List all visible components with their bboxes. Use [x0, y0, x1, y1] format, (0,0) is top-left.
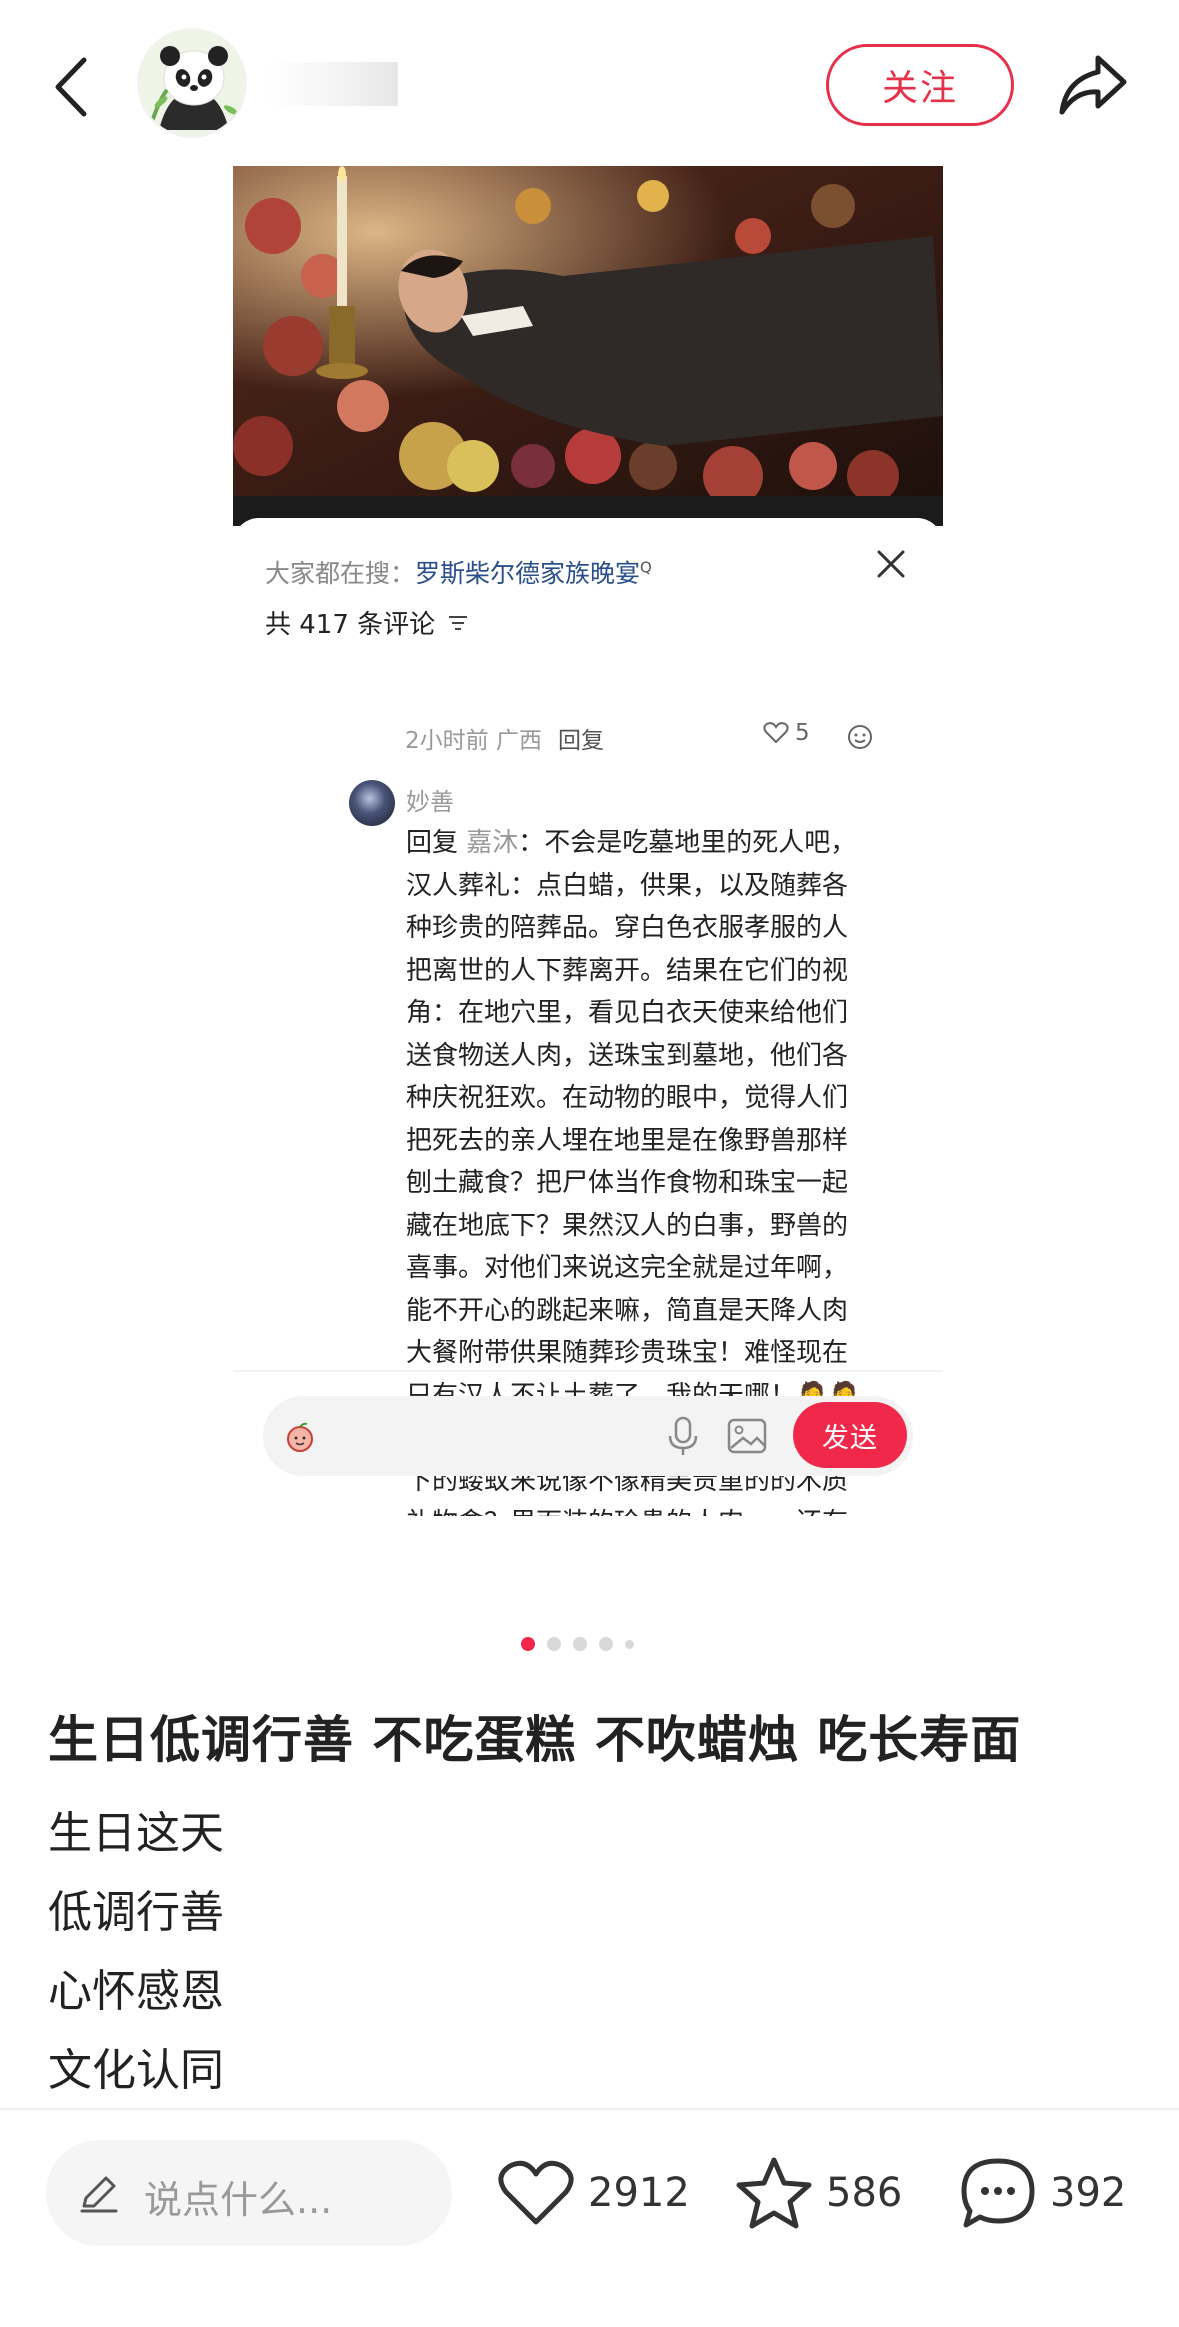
post-line: 生日这天 — [48, 1808, 224, 1859]
pencil-icon — [80, 2176, 118, 2213]
star-icon — [736, 2157, 812, 2229]
favorite-count: 586 — [826, 2170, 903, 2216]
reply-to-user[interactable]: 嘉沐 — [466, 828, 518, 858]
comment-button[interactable]: 392 — [958, 2150, 1126, 2236]
close-icon — [877, 550, 905, 578]
page-dot-3[interactable] — [573, 1637, 587, 1651]
close-sheet-button[interactable] — [873, 546, 909, 582]
comment-input-bar[interactable]: 发送 — [263, 1396, 913, 1476]
commenter-avatar[interactable] — [349, 780, 395, 826]
video-frame-image — [233, 166, 943, 496]
search-sup-icon: Q — [640, 558, 652, 577]
page-dot-1[interactable] — [521, 1637, 535, 1651]
back-button[interactable] — [48, 52, 98, 122]
heart-icon — [498, 2160, 574, 2225]
heart-icon — [763, 722, 789, 744]
comment-placeholder: 说点什么... — [144, 2178, 333, 2222]
like-button[interactable]: 2912 — [496, 2150, 690, 2236]
page-dot-5[interactable] — [625, 1639, 634, 1649]
search-prefix: 大家都在搜： — [265, 559, 416, 588]
trending-search[interactable]: 大家都在搜：罗斯柴尔德家族晚宴Q — [265, 554, 652, 590]
author-avatar[interactable] — [137, 28, 247, 138]
post-title: 生日低调行善 不吃蛋糕 不吹蜡烛 吃长寿面 — [48, 1711, 1022, 1769]
follow-button[interactable]: 关注 — [826, 44, 1014, 126]
panda-avatar-icon — [139, 30, 245, 136]
reply-link[interactable]: 回复 — [558, 721, 604, 755]
post-detail-page: 关注 大家都在搜：罗斯柴尔德家族晚宴Q 共 417 条评论 2小时前 广西 回复… — [0, 0, 1179, 2327]
top-bar: 关注 — [0, 0, 1179, 165]
commenter-name[interactable]: 妙善 — [406, 782, 454, 817]
post-line: 低调行善 — [48, 1887, 224, 1938]
comment-time-location: 2小时前 广西 — [405, 728, 542, 754]
comment-sheet: 大家都在搜：罗斯柴尔德家族晚宴Q 共 417 条评论 2小时前 广西 回复 5 … — [233, 518, 943, 1516]
banquet-scene-image — [233, 166, 943, 496]
comment-like-count: 5 — [795, 720, 810, 746]
favorite-button[interactable]: 586 — [734, 2150, 902, 2236]
image-icon[interactable] — [725, 1416, 769, 1456]
bottom-divider — [0, 2108, 1179, 2110]
peach-sticker-icon[interactable] — [283, 1420, 317, 1454]
chevron-left-icon — [55, 57, 87, 117]
like-count: 2912 — [588, 2170, 690, 2216]
sort-icon[interactable] — [447, 613, 469, 633]
search-term-link[interactable]: 罗斯柴尔德家族晚宴 — [415, 559, 640, 588]
emoji-react-icon[interactable] — [845, 722, 875, 752]
microphone-icon[interactable] — [663, 1414, 703, 1458]
post-line: 心怀感恩 — [48, 1966, 224, 2017]
send-button[interactable]: 发送 — [793, 1402, 907, 1468]
comment-input[interactable]: 说点什么... — [46, 2140, 452, 2246]
comment-count-stat: 392 — [1050, 2170, 1127, 2216]
reply-prefix: 回复 — [406, 828, 459, 858]
page-dot-2[interactable] — [547, 1637, 561, 1651]
share-button[interactable] — [1054, 48, 1130, 124]
comment-like[interactable]: 5 — [763, 720, 810, 746]
page-dot-4[interactable] — [599, 1637, 613, 1651]
divider — [233, 1370, 943, 1372]
comment-meta: 2小时前 广西 回复 5 — [405, 720, 905, 756]
post-line: 文化认同 — [48, 2045, 224, 2096]
comment-count: 共 417 条评论 — [265, 604, 469, 641]
comment-count-text: 共 417 条评论 — [265, 610, 436, 640]
author-name-blurred[interactable] — [268, 62, 398, 106]
share-arrow-icon — [1059, 55, 1127, 115]
post-image[interactable]: 大家都在搜：罗斯柴尔德家族晚宴Q 共 417 条评论 2小时前 广西 回复 5 … — [233, 166, 943, 1516]
chat-bubble-icon — [961, 2158, 1035, 2228]
